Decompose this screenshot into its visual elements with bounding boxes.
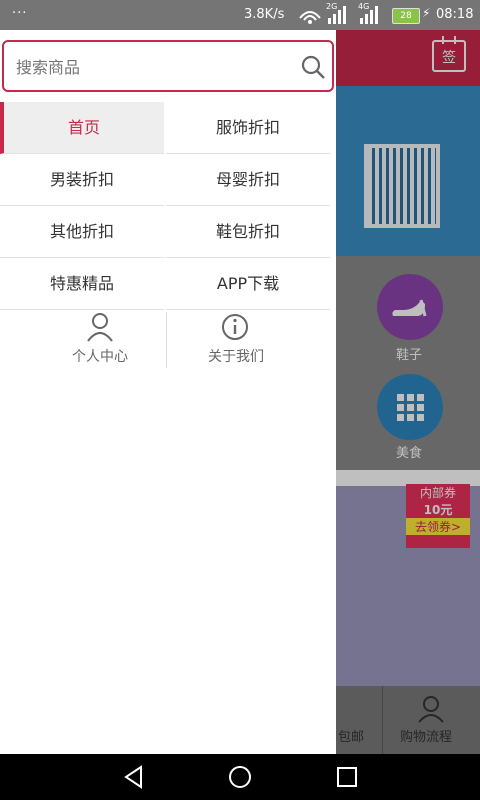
status-bar: ··· 3.8K/s 2G 4G 28 ⚡ 08:18 [0, 0, 480, 30]
drawer-scrim[interactable] [336, 30, 480, 754]
signal-2g-label: 2G [326, 2, 338, 11]
menu-item-other[interactable]: 其他折扣 [0, 206, 164, 258]
menu-item-specials[interactable]: 特惠精品 [0, 258, 164, 310]
system-nav-bar [0, 754, 480, 800]
info-icon [222, 314, 248, 340]
about-us-button[interactable]: 关于我们 [154, 312, 318, 368]
charging-icon: ⚡ [422, 6, 431, 20]
menu-item-shoes-bags[interactable]: 鞋包折扣 [166, 206, 330, 258]
about-us-label: 关于我们 [208, 349, 264, 365]
network-speed: 3.8K/s [244, 7, 285, 22]
notification-dots: ··· [12, 6, 28, 21]
nav-drawer: 首页 服饰折扣 男装折扣 母婴折扣 其他折扣 鞋包折扣 特惠精品 APP下载 个… [0, 30, 336, 754]
clock: 08:18 [436, 7, 474, 22]
menu-item-apparel[interactable]: 服饰折扣 [166, 102, 330, 154]
signal-icons [299, 6, 378, 24]
menu-item-menswear[interactable]: 男装折扣 [0, 154, 164, 206]
menu-item-app-download[interactable]: APP下载 [166, 258, 330, 310]
search-input[interactable] [14, 52, 288, 82]
search-box[interactable] [2, 40, 334, 92]
person-icon [87, 313, 113, 342]
menu-item-baby[interactable]: 母婴折扣 [166, 154, 330, 206]
menu-item-home[interactable]: 首页 [0, 102, 164, 154]
home-icon[interactable] [227, 764, 253, 790]
back-icon[interactable] [121, 764, 147, 790]
search-icon[interactable] [300, 54, 326, 80]
recents-icon[interactable] [334, 764, 360, 790]
battery-icon: 28 [392, 8, 420, 24]
signal-4g-label: 4G [358, 2, 370, 11]
